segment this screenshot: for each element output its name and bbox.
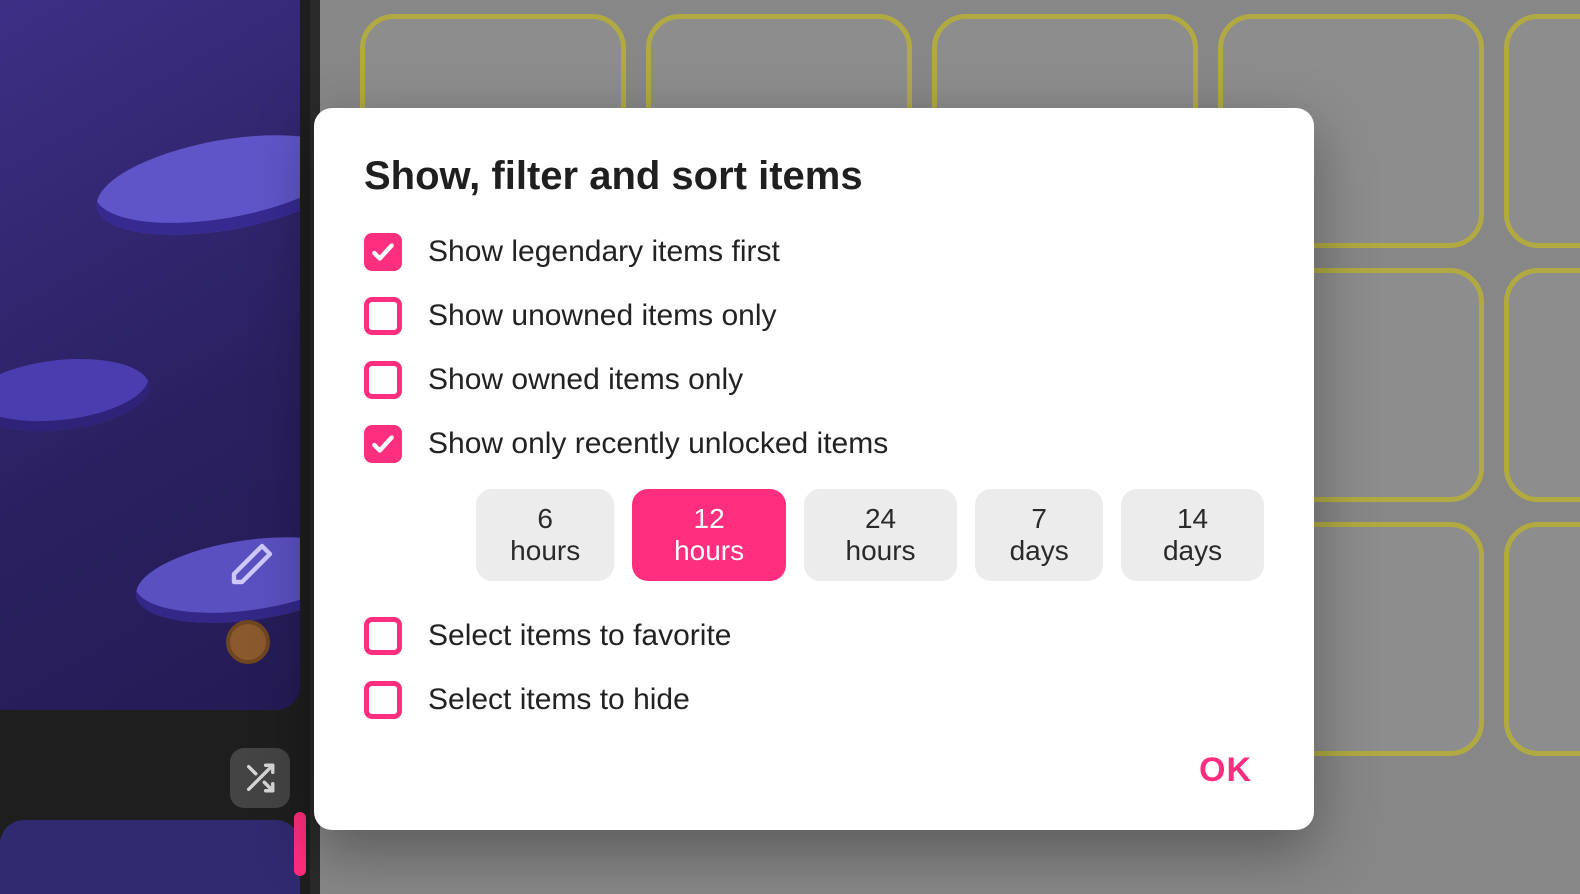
time-range-24-hours[interactable]: 24 hours <box>804 489 957 581</box>
color-swatch[interactable] <box>226 620 270 664</box>
preview-panel <box>0 820 300 894</box>
checkbox-unowned-only[interactable] <box>364 297 402 335</box>
edit-scene-button[interactable] <box>228 540 276 588</box>
option-row-legendary-first: Show legendary items first <box>364 233 1264 271</box>
option-row-owned-only: Show owned items only <box>364 361 1264 399</box>
option-label: Select items to favorite <box>428 619 731 653</box>
avatar-scene <box>0 0 300 710</box>
checkbox-recently-unlocked[interactable] <box>364 425 402 463</box>
option-row-favorite: Select items to favorite <box>364 617 1264 655</box>
modal-footer: OK <box>364 745 1264 796</box>
sidebar-scroll-thumb[interactable] <box>294 812 306 876</box>
time-range-14-days[interactable]: 14 days <box>1121 489 1264 581</box>
option-label: Show unowned items only <box>428 299 777 333</box>
option-row-hide: Select items to hide <box>364 681 1264 719</box>
check-icon <box>370 431 396 457</box>
check-icon <box>370 239 396 265</box>
shuffle-icon <box>243 761 277 795</box>
sidebar <box>0 0 310 894</box>
modal-title: Show, filter and sort items <box>364 154 1264 199</box>
option-row-unowned-only: Show unowned items only <box>364 297 1264 335</box>
scene-crater <box>0 351 153 439</box>
option-row-recently-unlocked: Show only recently unlocked items <box>364 425 1264 463</box>
pencil-icon <box>228 540 276 588</box>
filter-sort-modal: Show, filter and sort items Show legenda… <box>314 108 1314 830</box>
time-range-12-hours[interactable]: 12 hours <box>632 489 785 581</box>
checkbox-owned-only[interactable] <box>364 361 402 399</box>
option-label: Show legendary items first <box>428 235 780 269</box>
time-range-group: 6 hours 12 hours 24 hours 7 days 14 days <box>476 489 1264 581</box>
option-label: Select items to hide <box>428 683 690 717</box>
time-range-7-days[interactable]: 7 days <box>975 489 1103 581</box>
ok-button[interactable]: OK <box>1187 745 1264 796</box>
option-label: Show only recently unlocked items <box>428 427 888 461</box>
scene-crater <box>89 118 300 252</box>
checkbox-hide[interactable] <box>364 681 402 719</box>
checkbox-legendary-first[interactable] <box>364 233 402 271</box>
option-label: Show owned items only <box>428 363 743 397</box>
time-range-6-hours[interactable]: 6 hours <box>476 489 614 581</box>
shuffle-button[interactable] <box>230 748 290 808</box>
checkbox-favorite[interactable] <box>364 617 402 655</box>
